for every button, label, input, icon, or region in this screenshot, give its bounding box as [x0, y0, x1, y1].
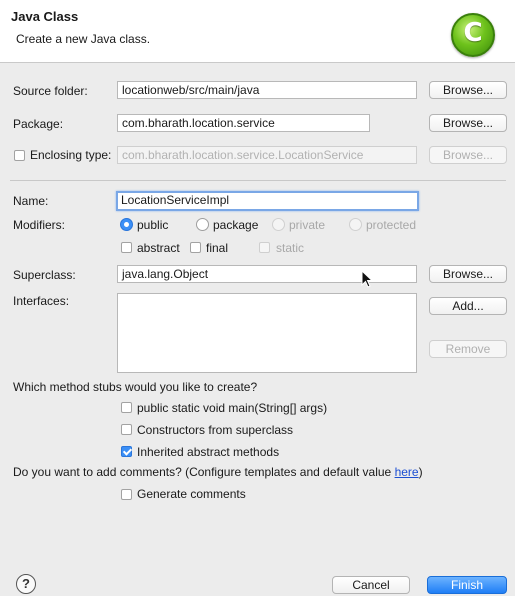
enclosing-type-input: com.bharath.location.service.LocationSer…: [117, 146, 417, 164]
source-folder-input[interactable]: locationweb/src/main/java: [117, 81, 417, 99]
package-input[interactable]: com.bharath.location.service: [117, 114, 370, 132]
stub-inherited-label: Inherited abstract methods: [137, 445, 280, 459]
modifier-private-radio: [272, 218, 285, 231]
finish-button[interactable]: Finish: [427, 576, 507, 594]
interfaces-list[interactable]: [117, 293, 417, 373]
interfaces-label: Interfaces:: [13, 294, 70, 308]
package-label: Package:: [13, 117, 64, 131]
class-name-input[interactable]: LocationServiceImpl: [116, 191, 419, 211]
wizard-title: Java Class: [11, 9, 79, 24]
enclosing-type-browse-button: Browse...: [429, 146, 507, 164]
superclass-browse-button[interactable]: Browse...: [429, 265, 507, 283]
cancel-button[interactable]: Cancel: [332, 576, 410, 594]
modifier-abstract-label: abstract: [137, 241, 180, 255]
wizard-subtitle: Create a new Java class.: [16, 32, 151, 46]
superclass-label: Superclass:: [13, 268, 76, 282]
remove-interface-button: Remove: [429, 340, 507, 358]
generate-comments-label: Generate comments: [137, 487, 246, 501]
package-browse-button[interactable]: Browse...: [429, 114, 507, 132]
comments-question: Do you want to add comments? (Configure …: [13, 465, 423, 479]
mouse-cursor-icon: [361, 270, 373, 288]
add-interface-button[interactable]: Add...: [429, 297, 507, 315]
comments-question-suffix: ): [418, 465, 423, 479]
modifier-static-label: static: [276, 241, 305, 255]
stub-constructors-checkbox[interactable]: [121, 424, 132, 435]
modifier-package-radio[interactable]: [196, 218, 209, 231]
stub-main-label: public static void main(String[] args): [137, 401, 328, 415]
comments-question-text: Do you want to add comments? (Configure …: [13, 465, 395, 479]
modifier-static-checkbox: [259, 242, 270, 253]
new-class-wizard-icon: C: [451, 13, 495, 57]
logo-letter: C: [463, 18, 483, 48]
modifier-package-label: package: [213, 218, 259, 232]
wizard-header: Java Class Create a new Java class. C: [0, 0, 515, 63]
configure-templates-link[interactable]: here: [395, 465, 419, 479]
modifiers-label: Modifiers:: [13, 218, 66, 232]
stub-main-checkbox[interactable]: [121, 402, 132, 413]
stub-inherited-checkbox[interactable]: [121, 446, 132, 457]
enclosing-type-label: Enclosing type:: [30, 148, 112, 162]
modifier-private-label: private: [289, 218, 326, 232]
source-folder-browse-button[interactable]: Browse...: [429, 81, 507, 99]
separator: [10, 180, 506, 181]
modifier-final-checkbox[interactable]: [190, 242, 201, 253]
modifier-public-label: public: [137, 218, 169, 232]
name-label: Name:: [13, 194, 49, 208]
source-folder-label: Source folder:: [13, 84, 88, 98]
enclosing-type-checkbox[interactable]: [14, 150, 25, 161]
modifier-protected-label: protected: [366, 218, 417, 232]
method-stubs-question: Which method stubs would you like to cre…: [13, 380, 258, 394]
modifier-abstract-checkbox[interactable]: [121, 242, 132, 253]
modifier-protected-radio: [349, 218, 362, 231]
stub-constructors-label: Constructors from superclass: [137, 423, 294, 437]
generate-comments-checkbox[interactable]: [121, 489, 132, 500]
help-icon[interactable]: ?: [16, 574, 36, 594]
modifier-public-radio[interactable]: [120, 218, 133, 231]
modifier-final-label: final: [206, 241, 229, 255]
